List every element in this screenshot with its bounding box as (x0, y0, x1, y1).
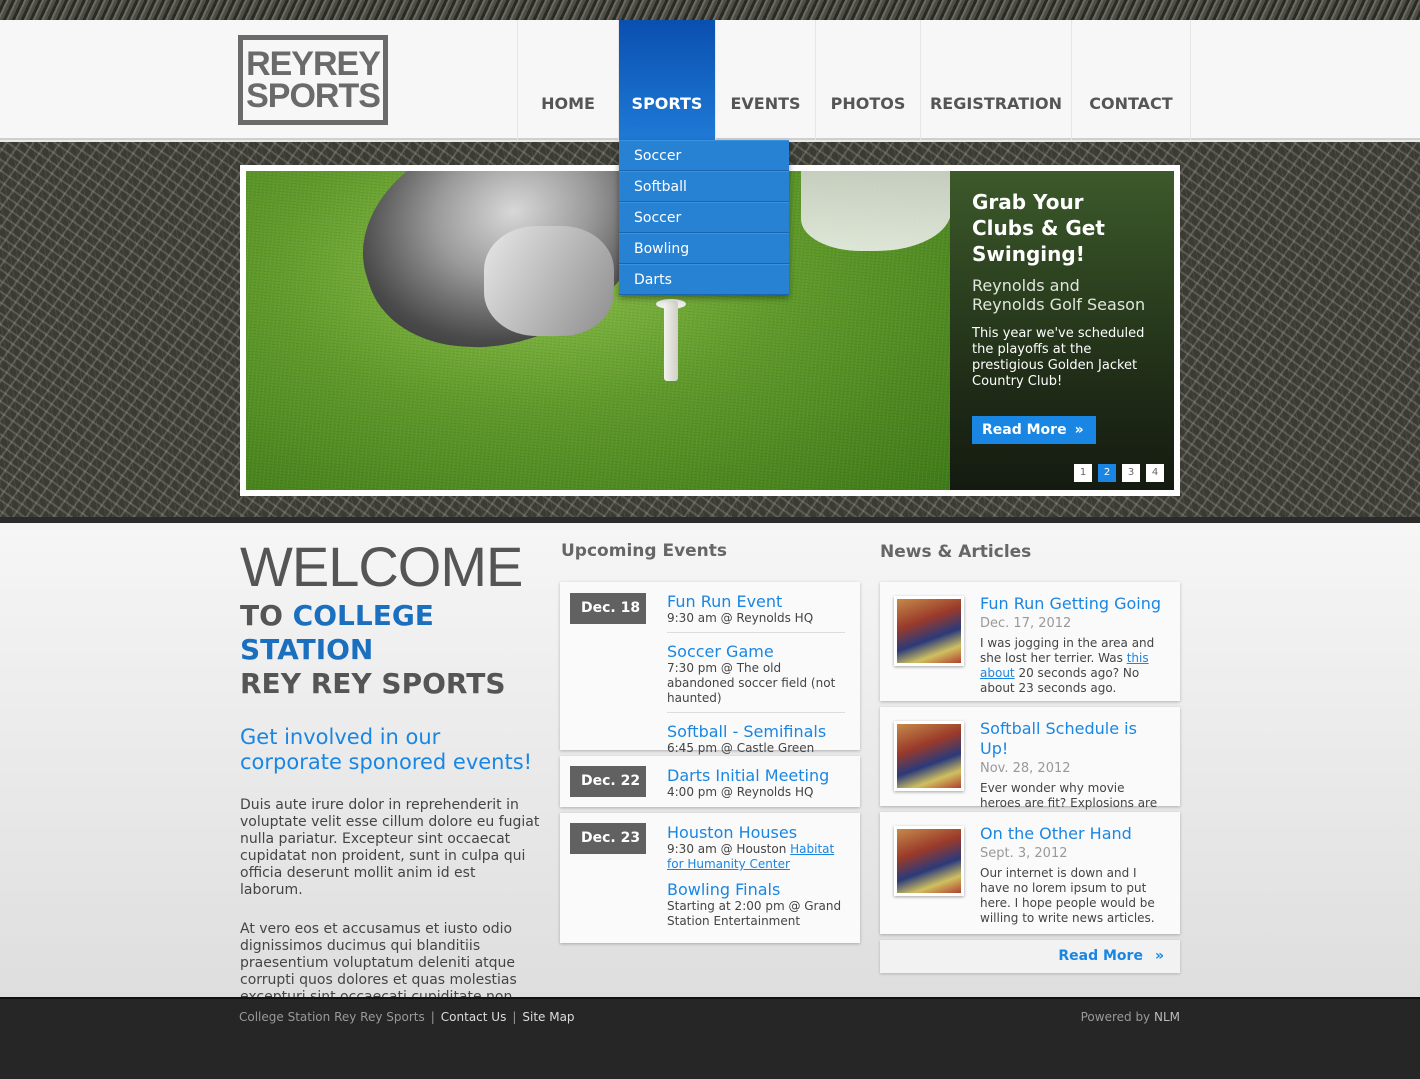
header: REYREY SPORTS HOME SPORTS EVENTS PHOTOS … (0, 20, 1420, 140)
nav-sports[interactable]: SPORTS (619, 20, 716, 140)
slider-pager: 1 2 3 4 (1074, 464, 1164, 482)
event-info: 4:00 pm @ Reynolds HQ (667, 785, 814, 799)
runners-photo (897, 829, 961, 893)
event-group-dec-22: Dec. 22 Darts Initial Meeting 4:00 pm @ … (560, 756, 860, 807)
slide-headline: Grab Your Clubs & Get Swinging! (972, 190, 1105, 266)
top-grass-strip (0, 0, 1420, 20)
footer-sitemap-link[interactable]: Site Map (522, 1010, 574, 1024)
golf-club-photo (246, 171, 950, 490)
news-date: Dec. 17, 2012 (980, 616, 1072, 631)
nav-photos[interactable]: PHOTOS (816, 20, 921, 140)
golf-shoe-shape (801, 171, 950, 251)
welcome-tagline: Get involved in our corporate sponored e… (240, 725, 533, 774)
news-item: Fun Run Getting Going Dec. 17, 2012 I wa… (880, 582, 1180, 701)
event-date-badge: Dec. 22 (570, 766, 646, 797)
event-item: Houston Houses 9:30 am @ Houston Habitat… (667, 823, 845, 880)
events-title: Upcoming Events (561, 541, 728, 561)
runners-photo (897, 724, 961, 788)
slide-caption: Grab Your Clubs & Get Swinging! Reynolds… (950, 171, 1174, 490)
read-more-label: Read More (982, 422, 1067, 438)
double-chevron-right-icon: » (1074, 422, 1084, 438)
news-excerpt: Our internet is down and I have no lorem… (980, 866, 1155, 925)
nav-registration[interactable]: REGISTRATION (921, 20, 1072, 140)
footer-contact-link[interactable]: Contact Us (441, 1010, 507, 1024)
news-title: News & Articles (880, 542, 1032, 562)
news-item: Softball Schedule is Up! Nov. 28, 2012 E… (880, 707, 1180, 825)
event-item: Darts Initial Meeting 4:00 pm @ Reynolds… (667, 766, 845, 806)
slider-page-1[interactable]: 1 (1074, 464, 1092, 482)
event-info: 9:30 am @ Houston Habitat for Humanity C… (667, 842, 835, 871)
event-title-link[interactable]: Softball - Semifinals (667, 722, 845, 741)
event-title-link[interactable]: Darts Initial Meeting (667, 766, 845, 785)
event-group-dec-18: Dec. 18 Fun Run Event 9:30 am @ Reynolds… (560, 582, 860, 770)
dropdown-item-softball[interactable]: Softball (619, 171, 789, 202)
footer: College Station Rey Rey Sports | Contact U… (0, 997, 1420, 1079)
event-group-dec-23: Dec. 23 Houston Houses 9:30 am @ Houston… (560, 813, 860, 943)
nav-home[interactable]: HOME (518, 20, 619, 140)
slide-description: This year we've scheduled the playoffs a… (972, 326, 1145, 389)
dropdown-item-soccer-2[interactable]: Soccer (619, 202, 789, 233)
event-title-link[interactable]: Soccer Game (667, 642, 845, 661)
event-item: Bowling Finals Starting at 2:00 pm @ Gra… (667, 880, 845, 935)
slide-read-more-button[interactable]: Read More » (972, 416, 1096, 444)
slider-page-4[interactable]: 4 (1146, 464, 1164, 482)
welcome-org-name: REY REY SPORTS (240, 667, 506, 700)
news-thumbnail[interactable] (894, 596, 964, 666)
event-title-link[interactable]: Bowling Finals (667, 880, 845, 899)
news-item: On the Other Hand Sept. 3, 2012 Our inte… (880, 812, 1180, 934)
news-title-link[interactable]: On the Other Hand (980, 824, 1168, 844)
runners-photo (897, 599, 961, 663)
dropdown-item-darts[interactable]: Darts (619, 264, 789, 295)
event-info: 7:30 pm @ The old abandoned soccer field… (667, 661, 836, 705)
news-title-link[interactable]: Softball Schedule is Up! (980, 719, 1168, 759)
slider-page-2[interactable]: 2 (1098, 464, 1116, 482)
nav-contact[interactable]: CONTACT (1072, 20, 1191, 140)
footer-left: College Station Rey Rey Sports | Contact U… (239, 1010, 575, 1024)
news-excerpt: I was jogging in the area and she lost h… (980, 636, 1155, 695)
powered-by-brand[interactable]: NLM (1154, 1010, 1180, 1024)
nav-events[interactable]: EVENTS (716, 20, 816, 140)
event-date-badge: Dec. 18 (570, 593, 646, 624)
event-date-badge: Dec. 23 (570, 823, 646, 854)
double-chevron-right-icon: » (1154, 948, 1164, 964)
welcome-section: WELCOME TO COLLEGE STATION REY REY SPORT… (240, 537, 540, 1023)
slider-page-3[interactable]: 3 (1122, 464, 1140, 482)
club-face-shape (484, 226, 614, 336)
sports-dropdown-menu: Soccer Softball Soccer Bowling Darts (619, 140, 789, 295)
news-date: Sept. 3, 2012 (980, 846, 1068, 861)
news-thumbnail[interactable] (894, 826, 964, 896)
main-nav: HOME SPORTS EVENTS PHOTOS REGISTRATION C… (517, 20, 1191, 140)
event-item: Fun Run Event 9:30 am @ Reynolds HQ (667, 592, 845, 632)
event-info: Starting at 2:00 pm @ Grand Station Ente… (667, 899, 842, 928)
golf-tee-shape (664, 301, 678, 381)
logo-line-2: SPORTS (246, 77, 381, 115)
footer-powered-by: Powered by NLM (1080, 1010, 1180, 1024)
welcome-paragraph-1: Duis aute irure dolor in reprehenderit i… (240, 797, 540, 898)
news-title-link[interactable]: Fun Run Getting Going (980, 594, 1168, 614)
news-date: Nov. 28, 2012 (980, 761, 1071, 776)
event-title-link[interactable]: Fun Run Event (667, 592, 845, 611)
event-title-link[interactable]: Houston Houses (667, 823, 845, 842)
event-item: Soccer Game 7:30 pm @ The old abandoned … (667, 632, 845, 712)
event-info: 9:30 am @ Reynolds HQ (667, 611, 814, 625)
welcome-heading: WELCOME (240, 535, 523, 598)
logo-line-1: REYREY (246, 45, 381, 83)
welcome-subheading: TO COLLEGE STATION (240, 599, 434, 666)
dropdown-item-bowling[interactable]: Bowling (619, 233, 789, 264)
dropdown-item-soccer[interactable]: Soccer (619, 140, 789, 171)
news-thumbnail[interactable] (894, 721, 964, 791)
news-read-more-button[interactable]: Read More» (880, 940, 1180, 973)
site-logo[interactable]: REYREY SPORTS (238, 35, 388, 125)
footer-site-name: College Station Rey Rey Sports (239, 1010, 425, 1024)
slide-subtitle: Reynolds and Reynolds Golf Season (972, 276, 1146, 314)
